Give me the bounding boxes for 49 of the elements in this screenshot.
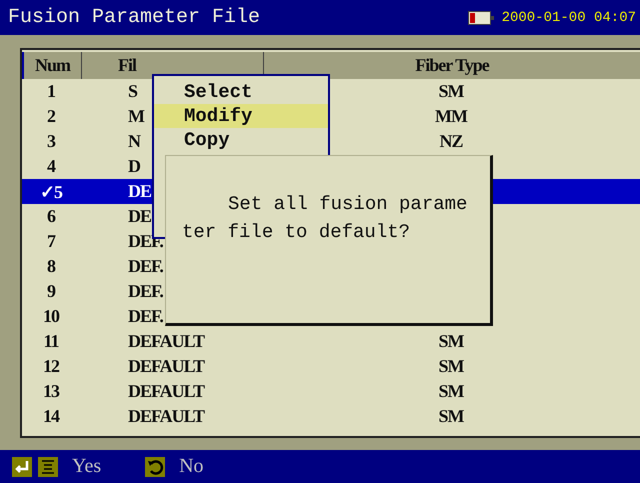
enter-icon <box>12 456 32 476</box>
table-cell: DEF. <box>128 256 163 277</box>
table-cell: DEF. <box>128 306 163 327</box>
table-cell: NZ <box>439 131 462 152</box>
yes-label[interactable]: Yes <box>72 455 102 478</box>
table-cell[interactable]: 2 <box>47 106 55 127</box>
table-cell: DEFAULT <box>128 406 204 427</box>
table-cell: M <box>128 106 144 127</box>
table-cell[interactable]: 3 <box>47 131 55 152</box>
table-cell: SM <box>438 331 464 352</box>
column-header: Num <box>34 55 70 76</box>
table-cell[interactable]: 12 <box>43 356 59 377</box>
table-cell[interactable]: 4 <box>47 156 55 177</box>
column-header: Fil <box>118 55 136 76</box>
menu-item[interactable]: Select <box>154 80 328 104</box>
table-cell[interactable]: 14 <box>43 406 59 427</box>
table-cell[interactable]: 9 <box>47 281 55 302</box>
table-cell: DEFAULT <box>128 356 204 377</box>
table-cell[interactable]: 1 <box>47 81 55 102</box>
dialog-message: Set all fusion parame ter file to default? <box>182 192 468 245</box>
table-cell[interactable]: 6 <box>47 206 55 227</box>
table-cell[interactable]: 11 <box>43 331 58 352</box>
table-cell: SM <box>438 81 464 102</box>
table-cell[interactable]: 7 <box>47 231 55 252</box>
battery-icon <box>468 10 494 24</box>
table-cell: SM <box>438 356 464 377</box>
table-cell: N <box>128 131 140 152</box>
table-cell: DEFAULT <box>128 331 204 352</box>
date-time: 2000-01-00 04:07 <box>502 10 636 26</box>
window-title: Fusion Parameter File <box>8 6 260 29</box>
menu-item[interactable]: Modify <box>154 104 328 128</box>
table-cell[interactable]: 8 <box>47 256 55 277</box>
undo-icon <box>145 456 166 476</box>
table-cell: DE <box>128 206 152 227</box>
table-cell: MM <box>435 106 467 127</box>
table-cell: DEF. <box>128 281 163 302</box>
column-header: Fiber Type <box>415 55 489 76</box>
table-cell[interactable]: 13 <box>43 381 59 402</box>
table-cell: DEFAULT <box>128 381 204 402</box>
table-cell: SM <box>438 381 464 402</box>
table-cell[interactable]: ✓5 <box>40 180 62 202</box>
table-cell: S <box>128 81 138 102</box>
table-cell[interactable]: 10 <box>43 306 59 327</box>
table-cell: DE <box>128 181 152 202</box>
no-label[interactable]: No <box>179 455 204 478</box>
list-icon <box>38 456 58 476</box>
table-cell: D <box>128 156 140 177</box>
menu-item[interactable]: Copy <box>154 128 328 152</box>
table-cell: SM <box>438 406 464 427</box>
